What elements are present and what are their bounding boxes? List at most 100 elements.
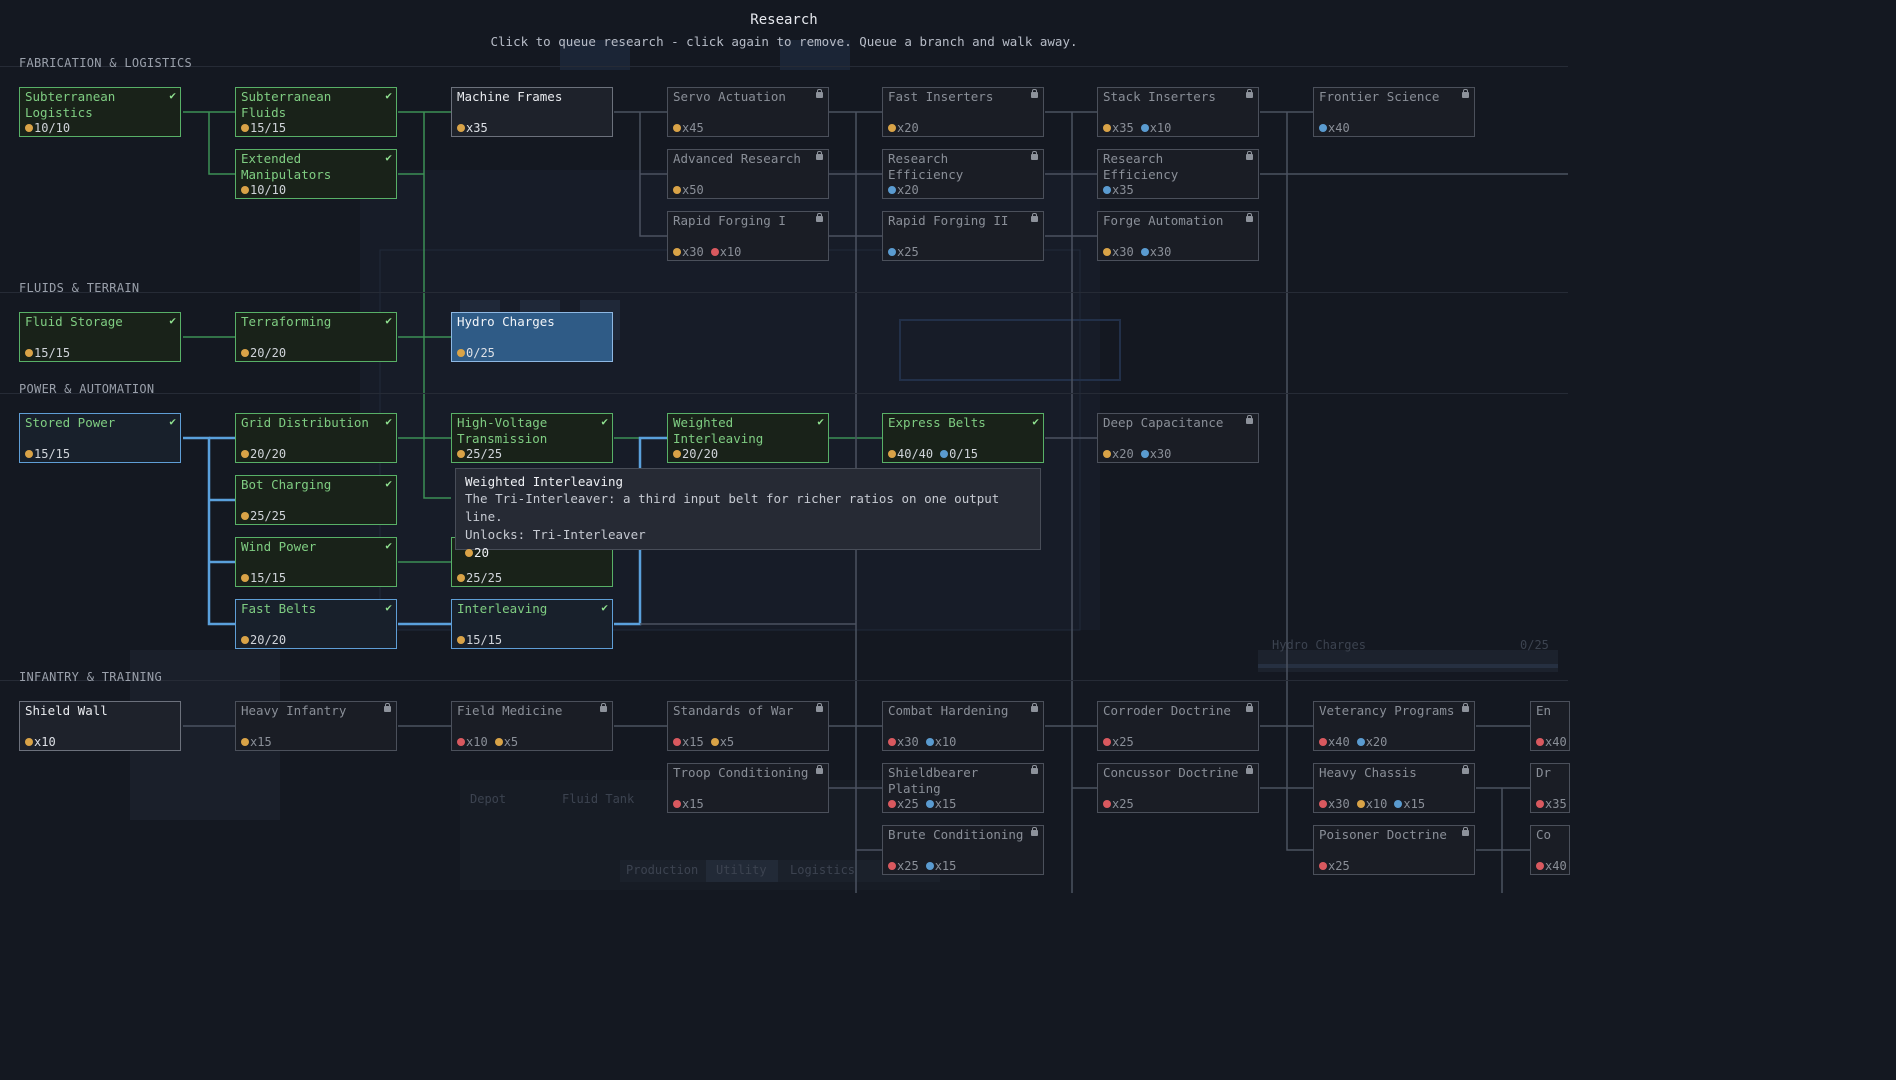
research-node-cost: x50 (673, 183, 711, 197)
research-node-poisoner-doctrine[interactable]: Poisoner Doctrine x25 (1313, 825, 1475, 875)
cost-item: x10 (1356, 797, 1387, 811)
research-node-name: Terraforming (241, 314, 332, 329)
tooltip-description: The Tri-Interleaver: a third input belt … (465, 491, 1000, 524)
lock-icon (1031, 827, 1038, 836)
research-node-brute-conditioning[interactable]: Brute Conditioning x25 x15 (882, 825, 1044, 875)
research-node-fast-inserters[interactable]: Fast Inserters x20 (882, 87, 1044, 137)
cost-amount: 25/25 (466, 447, 503, 461)
cost-amount: x30 (1149, 447, 1172, 461)
cost-item: x15 (673, 735, 704, 749)
research-node-extended-manipulators[interactable]: Extended Manipulators ✔ 10/10 (235, 149, 397, 199)
research-node-frontier-science[interactable]: Frontier Science x40 (1313, 87, 1475, 137)
cost-amount: x25 (1112, 735, 1134, 749)
research-node-name: Research Efficiency II (1103, 151, 1179, 185)
research-node-cost: 15/15 (241, 121, 293, 135)
research-node-name: Research Efficiency I (888, 151, 964, 185)
orange-resource-icon (673, 186, 681, 194)
research-node-combat-hardening[interactable]: Combat Hardening x30 x10 (882, 701, 1044, 751)
cost-item: 15/15 (25, 447, 70, 461)
research-node-fluid-storage[interactable]: Fluid Storage ✔ 15/15 (19, 312, 181, 362)
research-node-standards-of-war[interactable]: Standards of War x15 x5 (667, 701, 829, 751)
research-node-shieldbearer-plating[interactable]: Shieldbearer Plating x25 x15 (882, 763, 1044, 813)
blue-resource-icon (940, 450, 949, 458)
cost-item: 25/25 (241, 509, 286, 523)
research-node-grid-distribution[interactable]: Grid Distribution ✔ 20/20 (235, 413, 397, 463)
research-node-subterranean-logistics[interactable]: Subterranean Logistics ✔ 10/10 (19, 87, 181, 137)
research-node-machine-frames[interactable]: Machine Frames x35 (451, 87, 613, 137)
cost-item: x40 (1536, 859, 1567, 873)
cost-amount: x35 (1112, 121, 1134, 135)
research-node-terraforming[interactable]: Terraforming ✔ 20/20 (235, 312, 397, 362)
research-node-high-voltage-transmission[interactable]: High-Voltage Transmission ✔ 25/25 (451, 413, 613, 463)
cost-item: x40 (1536, 735, 1567, 749)
research-node-heavy-chassis[interactable]: Heavy Chassis x30 x10 x15 (1313, 763, 1475, 813)
cost-item: 20/20 (673, 447, 718, 461)
research-node-colo-partial[interactable]: Colo x40 (1530, 825, 1570, 875)
research-node-field-medicine[interactable]: Field Medicine x10 x5 (451, 701, 613, 751)
cost-item: x5 (494, 735, 518, 749)
cost-item: x15 (673, 797, 704, 811)
section-divider-fabrication (0, 66, 1568, 67)
orange-resource-icon (457, 124, 465, 132)
research-node-bot-charging[interactable]: Bot Charging ✔ 25/25 (235, 475, 397, 525)
research-node-cost: x20 x30 (1103, 447, 1178, 461)
research-node-fast-belts[interactable]: Fast Belts ✔ 20/20 (235, 599, 397, 649)
cost-amount: x40 (1545, 735, 1567, 749)
cost-amount: x25 (897, 859, 919, 873)
research-node-servo-actuation[interactable]: Servo Actuation x45 (667, 87, 829, 137)
tooltip-unlocks: Unlocks: Tri-Interleaver (465, 527, 646, 542)
lock-icon (1031, 89, 1038, 98)
research-node-express-belts[interactable]: Express Belts ✔ 40/40 0/15 (882, 413, 1044, 463)
cost-item: x30 (673, 245, 704, 259)
research-node-wind-power[interactable]: Wind Power ✔ 15/15 (235, 537, 397, 587)
research-node-rapid-forging-2[interactable]: Rapid Forging II x25 (882, 211, 1044, 261)
research-node-concussor-doctrine[interactable]: Concussor Doctrine x25 (1097, 763, 1259, 813)
blue-resource-icon (888, 248, 896, 256)
research-node-corroder-doctrine[interactable]: Corroder Doctrine x25 (1097, 701, 1259, 751)
research-node-stored-power[interactable]: Stored Power ✔ 15/15 (19, 413, 181, 463)
research-node-rapid-forging-1[interactable]: Rapid Forging I x30 x10 (667, 211, 829, 261)
cost-item: x10 (925, 735, 956, 749)
research-node-forge-automation[interactable]: Forge Automation x30 x30 (1097, 211, 1259, 261)
cost-item: 20/20 (241, 447, 286, 461)
research-node-troop-conditioning[interactable]: Troop Conditioning x15 (667, 763, 829, 813)
blue-resource-icon (925, 800, 934, 808)
research-node-name: Concussor Doctrine (1103, 765, 1239, 780)
orange-resource-icon (1103, 124, 1111, 132)
research-node-name: Subterranean Fluids (241, 89, 339, 120)
research-node-deep-capacitance[interactable]: Deep Capacitance x20 x30 (1097, 413, 1259, 463)
research-node-advanced-research[interactable]: Advanced Research x50 (667, 149, 829, 199)
research-node-cost: x30 x10 (673, 245, 748, 259)
research-node-research-efficiency-1[interactable]: Research Efficiency Ix20 (882, 149, 1044, 199)
cost-item: x10 (710, 245, 741, 259)
research-node-name: Frontier Science (1319, 89, 1440, 104)
research-node-heavy-infantry[interactable]: Heavy Infantry x15 (235, 701, 397, 751)
lock-icon (816, 765, 823, 774)
cost-amount: x10 (34, 735, 56, 749)
research-node-subterranean-fluids[interactable]: Subterranean Fluids ✔ 15/15 (235, 87, 397, 137)
research-node-hydro-charges[interactable]: Hydro Charges 0/25 (451, 312, 613, 362)
research-node-name: Fast Belts (241, 601, 317, 616)
research-node-cost: x35 (1536, 797, 1574, 811)
research-node-stack-inserters[interactable]: Stack Inserters x35 x10 (1097, 87, 1259, 137)
cost-item: x5 (710, 735, 734, 749)
research-node-veterancy-programs[interactable]: Veterancy Programs x40 x20 (1313, 701, 1475, 751)
research-node-shield-wall[interactable]: Shield Wall x10 (19, 701, 181, 751)
research-node-weighted-interleaving[interactable]: Weighted Interleaving ✔ 20/20 (667, 413, 829, 463)
red-resource-icon (888, 800, 896, 808)
check-icon: ✔ (169, 89, 176, 102)
lock-icon (1031, 213, 1038, 222)
research-node-name: Heavy Chassis (1319, 765, 1417, 780)
research-node-name: Hydro Charges (457, 314, 555, 329)
orange-resource-icon (457, 450, 465, 458)
orange-resource-icon (1103, 450, 1111, 458)
research-node-endu-partial[interactable]: Endu x40 (1530, 701, 1570, 751)
research-node-drea-partial[interactable]: Drea x35 (1530, 763, 1570, 813)
cost-amount: x40 (1328, 121, 1350, 135)
research-node-name: Poisoner Doctrine (1319, 827, 1447, 842)
red-resource-icon (888, 738, 896, 746)
research-node-cost: 15/15 (241, 571, 293, 585)
research-node-interleaving[interactable]: Interleaving ✔ 15/15 (451, 599, 613, 649)
research-node-research-efficiency-2[interactable]: Research Efficiency IIx35 (1097, 149, 1259, 199)
cost-amount: x20 (897, 121, 919, 135)
